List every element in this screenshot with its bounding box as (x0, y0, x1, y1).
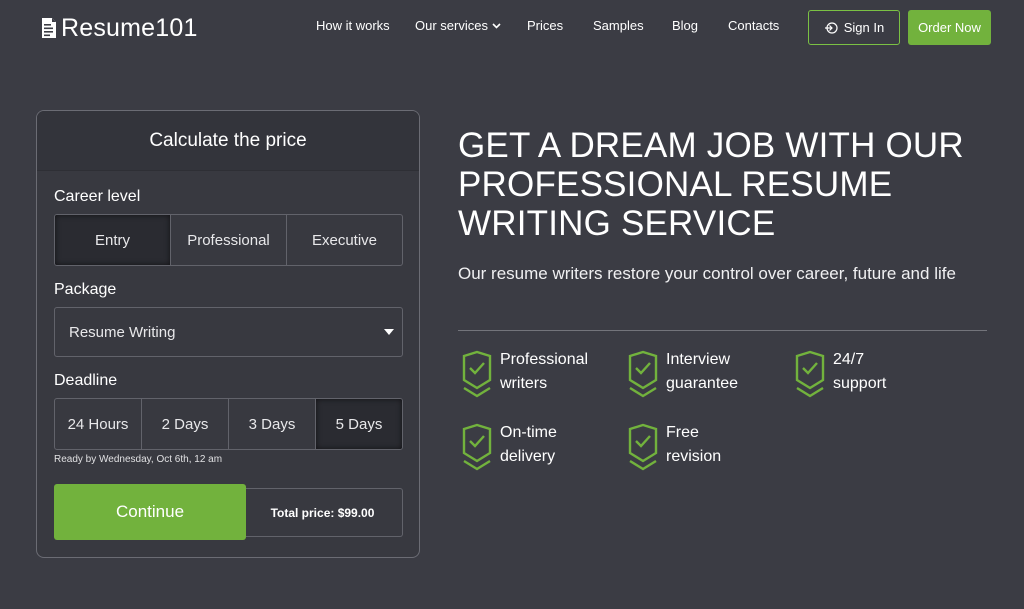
deadline-option-2-days[interactable]: 2 Days (142, 399, 229, 449)
logo-text: Resume101 (61, 13, 198, 42)
sign-in-label: Sign In (843, 20, 885, 35)
deadline-option-3-days[interactable]: 3 Days (229, 399, 316, 449)
nav-contacts[interactable]: Contacts (728, 18, 779, 33)
deadline-selector: 24 Hours 2 Days 3 Days 5 Days (54, 398, 403, 450)
shield-check-icon (628, 350, 658, 402)
feature-line-2: guarantee (666, 375, 739, 392)
divider (458, 330, 987, 331)
feature-professional-writers: Professional writers (462, 350, 588, 402)
caret-down-icon (384, 329, 394, 335)
nav-how-it-works[interactable]: How it works (316, 18, 390, 33)
nav-blog[interactable]: Blog (672, 18, 698, 33)
site-header: Resume101 How it works Our services Pric… (0, 0, 1024, 56)
order-now-button[interactable]: Order Now (908, 10, 991, 45)
feature-line-1: Interview (666, 351, 731, 368)
feature-free-revision: Free revision (628, 423, 721, 475)
nav-our-services[interactable]: Our services (415, 18, 501, 33)
ready-by-text: Ready by Wednesday, Oct 6th, 12 am (54, 454, 223, 465)
deadline-label: Deadline (54, 372, 118, 389)
nav-samples[interactable]: Samples (593, 18, 644, 33)
calculator-title: Calculate the price (37, 111, 419, 171)
price-calculator: Calculate the price Career level Entry P… (36, 110, 420, 558)
feature-on-time-delivery: On-time delivery (462, 423, 557, 475)
feature-line-2: delivery (500, 448, 556, 465)
career-level-label: Career level (54, 188, 141, 205)
deadline-option-5-days[interactable]: 5 Days (316, 399, 402, 449)
logo[interactable]: Resume101 (40, 12, 198, 44)
deadline-option-24-hours[interactable]: 24 Hours (55, 399, 142, 449)
career-level-selector: Entry Professional Executive (54, 214, 403, 266)
career-option-entry[interactable]: Entry (55, 215, 171, 265)
feature-line-1: On-time (500, 424, 557, 441)
nav-prices[interactable]: Prices (527, 18, 563, 33)
feature-line-1: 24/7 (833, 351, 865, 368)
package-select[interactable]: Resume Writing (54, 307, 403, 357)
feature-line-2: revision (666, 448, 722, 465)
shield-check-icon (462, 423, 492, 475)
career-option-executive[interactable]: Executive (287, 215, 402, 265)
total-price: Total price: $99.00 (243, 488, 403, 537)
hero-subtitle: Our resume writers restore your control … (458, 264, 956, 283)
feature-line-2: writers (500, 375, 548, 392)
shield-check-icon (462, 350, 492, 402)
feature-line-1: Professional (500, 351, 589, 368)
feature-line-2: support (833, 375, 887, 392)
feature-line-1: Free (666, 424, 699, 441)
document-logo-icon (40, 16, 58, 40)
chevron-down-icon (492, 21, 501, 31)
hero-title: GET A DREAM JOB WITH OUR PROFESSIONAL RE… (458, 126, 964, 243)
package-label: Package (54, 281, 117, 298)
continue-button[interactable]: Continue (54, 484, 246, 540)
nav-our-services-label: Our services (415, 18, 488, 33)
shield-check-icon (628, 423, 658, 475)
shield-check-icon (795, 350, 825, 402)
sign-in-button[interactable]: Sign In (808, 10, 900, 45)
sign-in-icon (824, 21, 838, 34)
feature-support: 24/7 support (795, 350, 886, 402)
career-option-professional[interactable]: Professional (171, 215, 287, 265)
feature-interview-guarantee: Interview guarantee (628, 350, 738, 402)
package-select-value: Resume Writing (69, 323, 176, 341)
